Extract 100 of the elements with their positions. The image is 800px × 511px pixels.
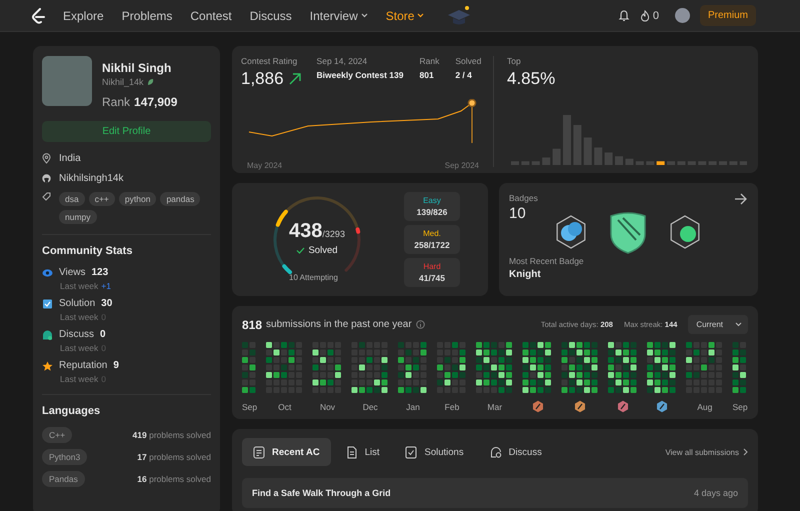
activity-tab[interactable]: Recent AC bbox=[242, 438, 331, 466]
check-icon bbox=[296, 246, 306, 254]
period-dropdown[interactable]: Current bbox=[688, 315, 748, 334]
photo-placeholder bbox=[42, 56, 92, 106]
checklist-icon bbox=[253, 446, 265, 458]
activity-tab[interactable]: Discuss bbox=[478, 438, 553, 466]
histogram-bar bbox=[656, 161, 665, 165]
edit-profile-button[interactable]: Edit Profile bbox=[42, 121, 211, 142]
caret-icon bbox=[360, 13, 368, 18]
axis-label: May 2024 bbox=[247, 161, 282, 170]
document-icon bbox=[346, 446, 358, 458]
rank-label: Rank bbox=[419, 56, 440, 66]
star-icon bbox=[42, 360, 53, 370]
chat-bubble-icon bbox=[42, 330, 53, 340]
difficulty-label: Med. bbox=[423, 229, 441, 238]
problem-title: Find a Safe Walk Through a Grid bbox=[252, 488, 391, 498]
eye-icon bbox=[42, 268, 53, 278]
nav-link[interactable]: Interview bbox=[310, 8, 368, 22]
histogram-bar bbox=[552, 148, 561, 165]
skill-tag[interactable]: dsa bbox=[59, 192, 85, 206]
difficulty-count: 258/1722 bbox=[414, 240, 450, 250]
location-text: India bbox=[59, 153, 81, 164]
nav-link[interactable]: Explore bbox=[63, 8, 104, 22]
caret-icon bbox=[417, 13, 424, 18]
skill-tag[interactable]: c++ bbox=[88, 192, 115, 206]
github-username: Nikhilsingh14k bbox=[59, 173, 124, 184]
month-label: Nov bbox=[320, 402, 336, 413]
axis-label: Sep 2024 bbox=[444, 161, 479, 170]
solved-value: 2 / 4 bbox=[455, 70, 473, 80]
stat-value: 30 bbox=[101, 298, 112, 309]
bell-icon[interactable] bbox=[618, 9, 630, 22]
nav-link[interactable]: Discuss bbox=[250, 8, 292, 22]
view-all-link[interactable]: View all submissions bbox=[665, 448, 748, 456]
flame-icon bbox=[640, 10, 650, 22]
skill-tag[interactable]: python bbox=[118, 192, 156, 206]
contest-rating-label: Contest Rating bbox=[241, 56, 298, 66]
right-arrow-icon[interactable] bbox=[734, 193, 748, 205]
hexagon-badge-icon bbox=[656, 400, 668, 413]
profile-name: Nikhil Singh bbox=[102, 61, 172, 75]
month-label: Jan bbox=[406, 402, 420, 413]
difficulty-label: Hard bbox=[423, 262, 441, 271]
checkbox-icon bbox=[42, 298, 53, 308]
badges-count: 10 bbox=[509, 205, 527, 222]
difficulty-count: 41/745 bbox=[419, 273, 445, 283]
skill-tag[interactable]: pandas bbox=[160, 192, 200, 206]
stat-period: Last week bbox=[60, 312, 98, 322]
histogram-bar bbox=[604, 152, 613, 165]
histogram-bar bbox=[584, 138, 592, 165]
month-label: Dec bbox=[362, 402, 378, 413]
badges-label: Badges bbox=[509, 193, 538, 203]
hexagon-badge-icon bbox=[532, 400, 544, 413]
shield-badge-icon bbox=[608, 210, 648, 254]
up-arrow-icon bbox=[288, 73, 301, 85]
histogram-bar bbox=[573, 125, 582, 165]
rank-value: 801 bbox=[419, 70, 435, 80]
histogram-bar bbox=[625, 158, 634, 165]
difficulty-label: Easy bbox=[423, 196, 441, 205]
stat-period: Last week bbox=[60, 343, 98, 353]
logo-icon[interactable] bbox=[31, 8, 45, 24]
leaf-icon bbox=[146, 78, 154, 86]
rank-value: 147,909 bbox=[134, 95, 178, 109]
nav-link[interactable]: Problems bbox=[122, 8, 172, 22]
nav-link[interactable]: Contest bbox=[190, 8, 232, 22]
avatar-icon[interactable] bbox=[674, 8, 690, 23]
section-title: Languages bbox=[42, 405, 102, 417]
month-label: Mar bbox=[487, 402, 502, 413]
problems-solved-text: 419 problems solved bbox=[132, 430, 211, 440]
stat-label: Discuss bbox=[59, 329, 94, 340]
problems-solved-text: 17 problems solved bbox=[137, 452, 211, 462]
checkbox-icon bbox=[405, 446, 418, 458]
submission-row[interactable]: Find a Safe Walk Through a Grid 4 days ago bbox=[242, 478, 748, 508]
location-pin-icon bbox=[42, 153, 51, 164]
solved-count: 438 bbox=[289, 220, 322, 242]
contest-date: Sep 14, 2024 bbox=[316, 56, 368, 66]
stat-label: Views bbox=[59, 267, 86, 278]
recent-badge-name: Knight bbox=[509, 269, 542, 280]
month-label: Oct bbox=[278, 402, 292, 413]
hexagon-badge-icon bbox=[554, 214, 588, 250]
stat-value: 9 bbox=[113, 360, 119, 371]
streak-counter[interactable]: 0 bbox=[640, 10, 659, 22]
rank-label: Rank bbox=[102, 95, 130, 109]
skill-tag[interactable]: numpy bbox=[59, 210, 97, 224]
hexagon-badge-icon bbox=[617, 400, 629, 413]
histogram-bar bbox=[615, 156, 623, 165]
stat-period: Last week bbox=[60, 281, 98, 291]
contest-name: Biweekly Contest 139 bbox=[316, 70, 404, 80]
recent-badge-label: Most Recent Badge bbox=[509, 256, 585, 266]
tag-icon bbox=[42, 192, 51, 201]
caret-icon bbox=[735, 322, 742, 327]
activity-tab[interactable]: Solutions bbox=[394, 438, 475, 466]
submissions-caption: submissions in the past one year bbox=[266, 319, 412, 330]
nav-link[interactable]: Store bbox=[386, 8, 424, 22]
chat-search-icon bbox=[490, 446, 502, 458]
month-label: Feb bbox=[444, 402, 460, 413]
activity-tab[interactable]: List bbox=[334, 438, 390, 466]
solved-label: Solved bbox=[455, 56, 482, 66]
chevron-right-icon bbox=[743, 448, 748, 456]
premium-button[interactable]: Premium bbox=[700, 5, 756, 26]
graduation-cap-icon[interactable] bbox=[446, 4, 472, 26]
solved-label: Solved bbox=[308, 244, 338, 256]
